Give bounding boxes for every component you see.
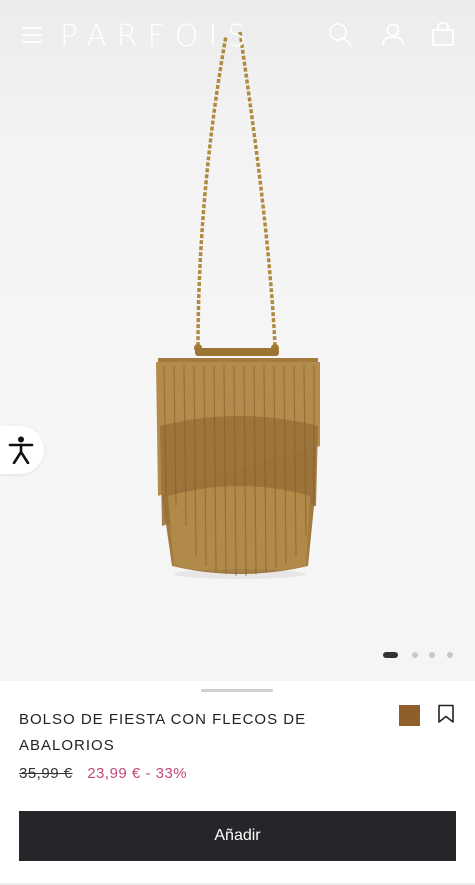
price-row: 35,99 € 23,99 € - 33%: [19, 765, 187, 782]
gallery-dot-3[interactable]: [429, 652, 435, 658]
old-price: 35,99 €: [19, 765, 73, 782]
brand-logo[interactable]: PARFOIS: [60, 19, 256, 54]
gallery-dot-2[interactable]: [412, 652, 418, 658]
accessibility-icon: [8, 436, 34, 464]
product-info-panel: BOLSO DE FIESTA CON FLECOS DE ABALORIOS …: [0, 681, 475, 885]
bookmark-icon[interactable]: [436, 704, 456, 724]
gallery-dot-1[interactable]: [383, 652, 398, 658]
shopping-bag-icon[interactable]: [431, 22, 455, 46]
product-image: [156, 31, 320, 579]
sale-price: 23,99 € - 33%: [87, 765, 188, 782]
color-swatch[interactable]: [399, 705, 420, 726]
gallery-dot-4[interactable]: [447, 652, 453, 658]
product-title: BOLSO DE FIESTA CON FLECOS DE ABALORIOS: [19, 711, 307, 754]
add-to-cart-button[interactable]: Añadir: [19, 811, 456, 861]
drag-handle[interactable]: [201, 689, 273, 692]
accessibility-button[interactable]: [0, 426, 44, 474]
user-icon[interactable]: [381, 22, 405, 46]
search-icon[interactable]: [328, 22, 352, 46]
product-gallery[interactable]: PARFOIS: [0, 0, 475, 681]
hamburger-icon[interactable]: [22, 26, 42, 44]
top-navigation-bar: PARFOIS: [0, 0, 475, 70]
